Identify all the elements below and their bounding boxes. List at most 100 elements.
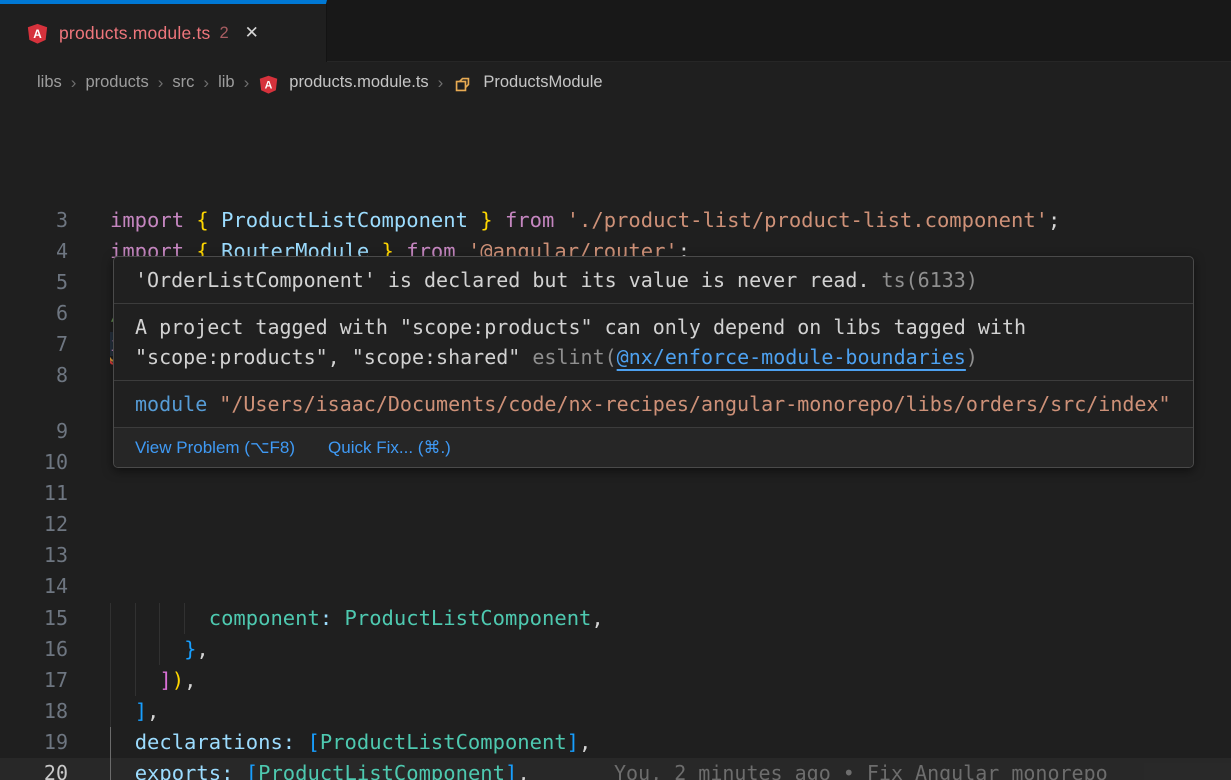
- chevron-right-icon: ›: [244, 73, 250, 93]
- code-line[interactable]: 16 },: [0, 634, 1231, 665]
- token: ,: [591, 606, 603, 630]
- token: [110, 637, 184, 661]
- token: [468, 208, 480, 232]
- line-number[interactable]: 10: [0, 447, 68, 478]
- token: ]: [567, 730, 579, 754]
- token: ): [172, 668, 184, 692]
- token: ,: [147, 699, 159, 723]
- line-number[interactable]: 16: [0, 634, 68, 665]
- token: declarations: [135, 730, 283, 754]
- code-line[interactable]: 19 declarations: [ProductListComponent],: [0, 727, 1231, 758]
- code-line[interactable]: 17 ]),: [0, 665, 1231, 696]
- token: ProductListComponent: [221, 208, 468, 232]
- token: import: [110, 208, 184, 232]
- line-number[interactable]: 8: [0, 360, 68, 391]
- token: './product-list/product-list.component': [567, 208, 1048, 232]
- code-line[interactable]: 13: [0, 540, 1231, 571]
- code-text: declarations: [ProductListComponent],: [110, 727, 591, 758]
- line-number[interactable]: 12: [0, 509, 68, 540]
- hover-popup-content: 'OrderListComponent' is declared but its…: [114, 257, 1193, 467]
- close-icon[interactable]: ✕: [245, 23, 259, 43]
- token: [554, 208, 566, 232]
- code-text: ],: [110, 696, 159, 727]
- line-number[interactable]: 13: [0, 540, 68, 571]
- hover-text: module: [135, 392, 207, 416]
- token: [295, 730, 307, 754]
- token: from: [505, 208, 554, 232]
- line-number[interactable]: 9: [0, 416, 68, 447]
- code-text: exports: [ProductListComponent],: [110, 758, 530, 780]
- token: ]: [135, 699, 147, 723]
- line-number[interactable]: 7: [0, 329, 68, 360]
- token: :: [221, 761, 233, 780]
- angular-icon: A: [259, 75, 278, 94]
- token: ProductListComponent: [345, 606, 592, 630]
- token: ProductListComponent: [320, 730, 567, 754]
- token: :: [320, 606, 332, 630]
- line-number[interactable]: 5: [0, 267, 68, 298]
- token: }: [480, 208, 492, 232]
- code-line[interactable]: 3 import { ProductListComponent } from '.…: [0, 205, 1231, 236]
- token: [209, 208, 221, 232]
- hover-text: ts(6133): [882, 268, 978, 292]
- token: ,: [196, 637, 208, 661]
- problem-hover-popup: 'OrderListComponent' is declared but its…: [113, 256, 1194, 468]
- line-number[interactable]: 4: [0, 236, 68, 267]
- chevron-right-icon: ›: [203, 73, 209, 93]
- line-number[interactable]: 17: [0, 665, 68, 696]
- editor-area[interactable]: 3 import { ProductListComponent } from '.…: [0, 102, 1231, 780]
- tab-bar: A products.module.ts 2 ✕: [0, 0, 1231, 62]
- line-number[interactable]: 18: [0, 696, 68, 727]
- breadcrumb-item-libs[interactable]: libs: [37, 73, 62, 92]
- tab-products-module[interactable]: A products.module.ts 2 ✕: [0, 0, 327, 62]
- vscode-window: A products.module.ts 2 ✕ libs › products…: [0, 0, 1231, 780]
- code-text: },: [110, 634, 209, 665]
- hover-text: eslint(: [532, 345, 616, 369]
- code-line[interactable]: 20 exports: [ProductListComponent],You, …: [0, 758, 1231, 780]
- token: ;: [1048, 208, 1060, 232]
- breadcrumb-item-symbol[interactable]: ProductsModule: [483, 73, 602, 92]
- token: }: [184, 637, 196, 661]
- quick-fix-action[interactable]: Quick Fix... (⌘.): [328, 434, 451, 461]
- token: [184, 208, 196, 232]
- breadcrumb: libs › products › src › lib › A products…: [0, 63, 1231, 102]
- hover-message: 'OrderListComponent' is declared but its…: [114, 257, 1193, 304]
- line-number[interactable]: 6: [0, 298, 68, 329]
- line-number[interactable]: 20: [0, 758, 68, 780]
- token: [233, 761, 245, 780]
- line-number[interactable]: 14: [0, 571, 68, 602]
- code-line[interactable]: 11: [0, 478, 1231, 509]
- chevron-right-icon: ›: [158, 73, 164, 93]
- token: ]: [159, 668, 171, 692]
- breadcrumb-item-file[interactable]: products.module.ts: [289, 73, 428, 92]
- code-line[interactable]: 18 ],: [0, 696, 1231, 727]
- breadcrumb-item-lib[interactable]: lib: [218, 73, 235, 92]
- hover-text: [207, 392, 219, 416]
- view-problem-action[interactable]: View Problem (⌥F8): [135, 434, 295, 461]
- token: [: [246, 761, 258, 780]
- line-number[interactable]: 19: [0, 727, 68, 758]
- eslint-rule-link[interactable]: @nx/enforce-module-boundaries: [617, 345, 966, 369]
- breadcrumb-item-src[interactable]: src: [172, 73, 194, 92]
- code-line[interactable]: 15 component: ProductListComponent,: [0, 603, 1231, 634]
- hover-action-bar: View Problem (⌥F8) Quick Fix... (⌘.): [114, 428, 1193, 467]
- token: exports: [135, 761, 221, 780]
- token: ,: [517, 761, 529, 780]
- chevron-right-icon: ›: [438, 73, 444, 93]
- code-text: component: ProductListComponent,: [110, 603, 604, 634]
- token: [110, 668, 159, 692]
- code-line[interactable]: 14: [0, 571, 1231, 602]
- angular-icon: A: [27, 23, 48, 44]
- code-line[interactable]: 12: [0, 509, 1231, 540]
- token: [110, 606, 209, 630]
- line-number[interactable]: 3: [0, 205, 68, 236]
- token: {: [196, 208, 208, 232]
- svg-text:A: A: [265, 80, 273, 92]
- token: component: [209, 606, 320, 630]
- line-number[interactable]: 15: [0, 603, 68, 634]
- tab-title: products.module.ts: [59, 23, 210, 44]
- hover-text: ): [966, 345, 978, 369]
- token: [110, 761, 135, 780]
- breadcrumb-item-products[interactable]: products: [85, 73, 148, 92]
- line-number[interactable]: 11: [0, 478, 68, 509]
